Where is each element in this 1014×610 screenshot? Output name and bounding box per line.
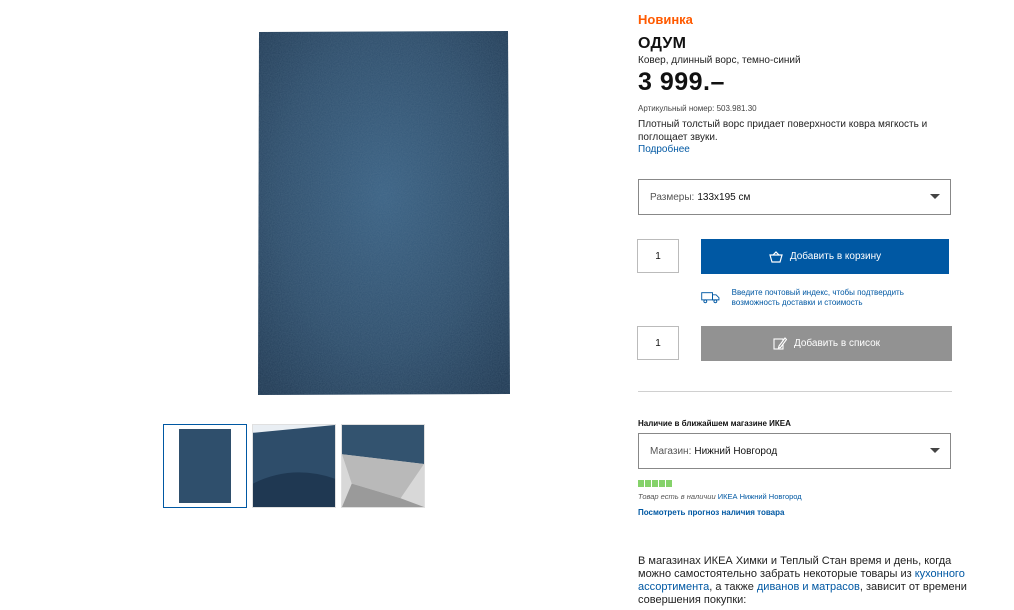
product-price: 3 999.– [638,68,725,96]
chevron-down-icon [930,194,940,199]
stock-availability: Товар есть в наличии ИКЕА Нижний Новгоро… [638,492,802,501]
stock-bar [652,480,658,487]
thumbnail-strip [163,424,425,508]
stock-bar [645,480,651,487]
size-select-value: 133x195 см [697,191,751,203]
size-select-label: Размеры: [650,191,695,203]
sofas-mattresses-link[interactable]: диванов и матрасов [757,581,860,593]
stock-bar [638,480,644,487]
cart-quantity-input[interactable]: 1 [637,239,679,273]
rug-closeup-image [253,425,335,507]
basket-icon [769,250,783,263]
stock-forecast-link[interactable]: Посмотреть прогноз наличия товара [638,508,784,517]
delivery-text: Введите почтовый индекс, чтобы подтверди… [731,288,904,307]
truck-icon [701,292,720,304]
store-select[interactable]: Магазин: Нижний Новгород [638,433,951,469]
store-select-value: Нижний Новгород [694,445,778,457]
pickup-text-part1: В магазинах ИКЕА Химки и Теплый Стан вре… [638,555,952,580]
thumbnail-rug-folded[interactable] [341,424,425,508]
product-text: Плотный толстый ворс придает поверхности… [638,119,928,143]
add-to-list-label: Добавить в список [793,338,881,349]
add-to-list-button[interactable]: Добавить в список [701,326,952,361]
product-main-image [258,31,510,395]
add-to-cart-label: Добавить в корзину [789,251,882,262]
product-description: Ковер, длинный ворс, темно-синий [638,55,801,66]
rug-thumbnail-image [179,429,231,503]
article-number: Артикульный номер: 503.981.30 [638,104,757,113]
pickup-text-part2: , а также [709,581,757,593]
chevron-down-icon [930,448,940,453]
stock-availability-text: Товар есть в наличии [638,492,716,501]
stock-bar [659,480,665,487]
store-select-label: Магазин: [650,445,692,457]
divider [638,391,952,392]
thumbnail-rug-front[interactable] [163,424,247,508]
stock-store-link[interactable]: ИКЕА Нижний Новгород [718,492,802,501]
pickup-info-text: В магазинах ИКЕА Химки и Теплый Стан вре… [638,555,968,607]
stock-title: Наличие в ближайшем магазине ИКЕА [638,419,791,428]
stock-bar [666,480,672,487]
rug-folded-image [342,425,424,507]
product-name: ОДУМ [638,35,687,52]
add-to-cart-button[interactable]: Добавить в корзину [701,239,949,274]
delivery-check[interactable]: Введите почтовый индекс, чтобы подтверди… [701,288,951,308]
stock-level-indicator [638,480,672,487]
size-select[interactable]: Размеры: 133x195 см [638,179,951,215]
pencil-list-icon [773,337,787,350]
thumbnail-rug-closeup[interactable] [252,424,336,508]
list-quantity-input[interactable]: 1 [637,326,679,360]
more-link[interactable]: Подробнее [638,144,690,155]
new-badge: Новинка [638,12,693,27]
